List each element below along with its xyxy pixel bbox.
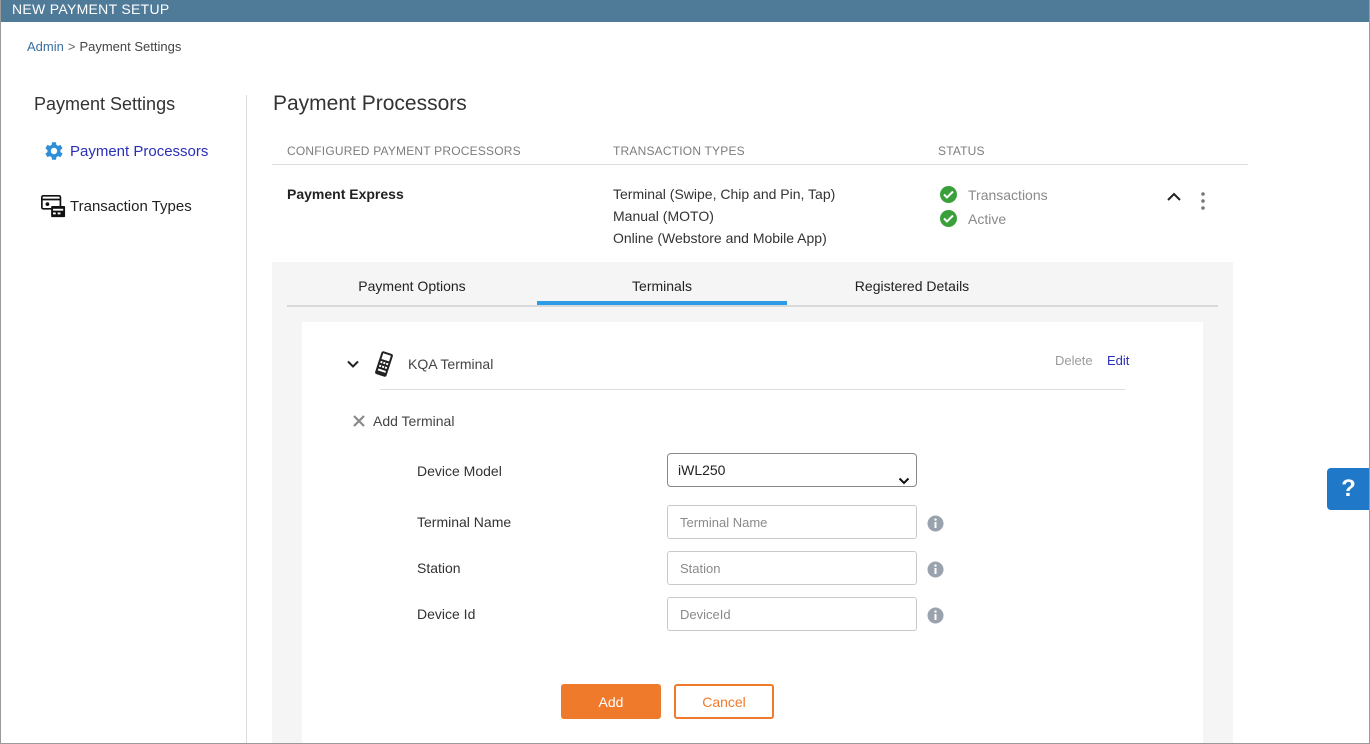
device-model-select[interactable]: iWL250 (667, 453, 917, 487)
breadcrumb: Admin > Payment Settings (27, 39, 181, 54)
device-model-label: Device Model (417, 463, 502, 479)
station-label: Station (417, 560, 461, 576)
check-circle-icon (940, 210, 957, 227)
add-terminal-toggle[interactable]: Add Terminal (352, 413, 454, 429)
sidebar-item-transaction-types[interactable]: Transaction Types (40, 193, 192, 219)
sidebar-divider (246, 95, 247, 744)
close-icon (352, 414, 366, 428)
column-header-status: STATUS (938, 144, 985, 158)
window-title-bar: NEW PAYMENT SETUP (0, 0, 1370, 22)
check-circle-icon (940, 186, 957, 203)
terminal-name-label: Terminal Name (417, 514, 512, 530)
help-button[interactable]: ? (1327, 468, 1370, 510)
sidebar-item-label: Transaction Types (70, 197, 192, 215)
transaction-type-item: Terminal (Swipe, Chip and Pin, Tap) (613, 186, 836, 202)
breadcrumb-separator: > (67, 39, 76, 54)
terminal-name: KQA Terminal (408, 356, 494, 372)
sidebar-item-label: Payment Processors (70, 142, 209, 160)
device-id-label: Device Id (417, 606, 476, 622)
terminal-divider (380, 389, 1125, 390)
transaction-type-item: Online (Webstore and Mobile App) (613, 230, 827, 246)
status-transactions: Transactions (940, 186, 1048, 203)
status-label: Transactions (968, 186, 1048, 203)
payment-terminal-icon (372, 350, 396, 378)
info-icon[interactable] (927, 515, 944, 532)
delete-terminal-button[interactable]: Delete (1055, 353, 1093, 368)
gear-icon (40, 138, 66, 164)
breadcrumb-current: Payment Settings (79, 39, 182, 54)
sidebar-title: Payment Settings (34, 94, 176, 114)
more-options-icon[interactable] (1198, 191, 1208, 211)
info-icon[interactable] (927, 561, 944, 578)
edit-terminal-button[interactable]: Edit (1107, 353, 1129, 368)
processor-name: Payment Express (287, 186, 404, 202)
status-active: Active (940, 210, 1006, 227)
sidebar-item-payment-processors[interactable]: Payment Processors (40, 138, 208, 164)
table-header-divider (272, 164, 1248, 165)
status-label: Active (968, 210, 1007, 227)
collapse-chevron-up-icon[interactable] (1165, 190, 1183, 204)
cancel-button[interactable]: Cancel (674, 684, 774, 719)
column-header-processors: CONFIGURED PAYMENT PROCESSORS (287, 144, 521, 158)
add-button[interactable]: Add (561, 684, 661, 719)
info-icon[interactable] (927, 607, 944, 624)
station-input[interactable] (667, 551, 917, 585)
card-reader-icon (40, 193, 66, 219)
column-header-transaction-types: TRANSACTION TYPES (613, 144, 745, 158)
add-terminal-label: Add Terminal (373, 413, 455, 429)
window-title: NEW PAYMENT SETUP (12, 1, 170, 17)
breadcrumb-admin-link[interactable]: Admin (27, 39, 64, 54)
terminal-name-input[interactable] (667, 505, 917, 539)
tab-payment-options[interactable]: Payment Options (287, 270, 537, 305)
terminal-row: KQA Terminal (346, 350, 493, 378)
chevron-down-icon[interactable] (346, 357, 360, 371)
page-title: Payment Processors (273, 92, 467, 115)
transaction-type-item: Manual (MOTO) (613, 208, 714, 224)
details-tabs: Payment Options Terminals Registered Det… (287, 270, 1218, 307)
device-id-input[interactable] (667, 597, 917, 631)
chevron-down-icon (898, 465, 910, 485)
tab-terminals[interactable]: Terminals (537, 270, 787, 305)
device-model-value: iWL250 (678, 462, 726, 478)
tab-registered-details[interactable]: Registered Details (787, 270, 1037, 305)
